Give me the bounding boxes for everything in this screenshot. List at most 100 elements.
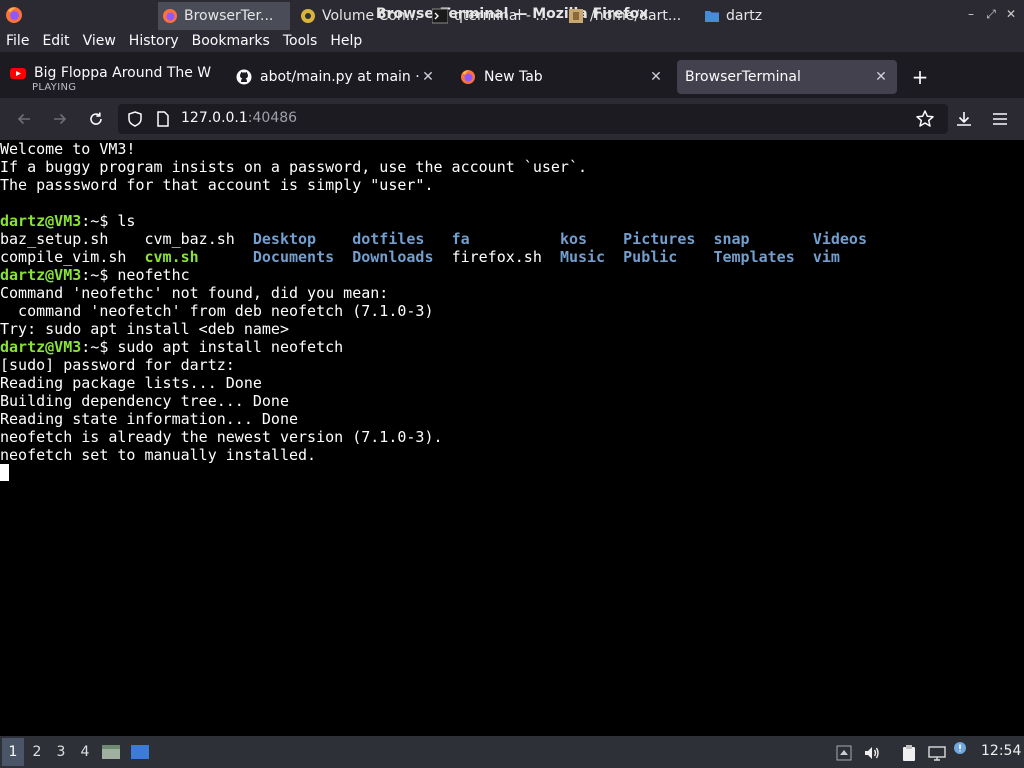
update-notification-icon[interactable] bbox=[953, 741, 967, 755]
menubar: File Edit View History Bookmarks Tools H… bbox=[0, 30, 1024, 52]
url-host: 127.0.0.1 bbox=[181, 110, 248, 126]
ls-entry: baz_setup.sh bbox=[0, 230, 145, 248]
ls-entry-dir: Music bbox=[559, 248, 624, 266]
url-port: :40486 bbox=[247, 110, 298, 126]
prompt-suffix: :~$ bbox=[81, 266, 118, 284]
prompt-suffix: :~$ bbox=[81, 338, 118, 356]
ls-entry-dir: snap bbox=[713, 230, 813, 248]
ls-entry-dir: Videos bbox=[812, 230, 867, 248]
task-volume-control[interactable]: Volume Con... bbox=[296, 2, 424, 30]
workspace-4[interactable]: 4 bbox=[74, 738, 96, 766]
task-label: BrowserTer... bbox=[184, 8, 274, 24]
tab-playing-label: PLAYING bbox=[32, 82, 77, 93]
downloads-icon[interactable] bbox=[954, 109, 974, 129]
desktop-switch-icon[interactable] bbox=[130, 742, 150, 762]
prompt-suffix: :~$ bbox=[81, 212, 118, 230]
ls-output-row: baz_setup.sh cvm_baz.sh Desktop dotfiles… bbox=[0, 230, 1024, 248]
ls-entry-dir: Desktop bbox=[252, 230, 353, 248]
terminal-line: Reading state information... Done bbox=[0, 410, 299, 428]
ls-entry-exe: cvm.sh bbox=[144, 248, 253, 266]
tray-up-arrow-icon[interactable] bbox=[835, 744, 853, 762]
close-tab-icon[interactable]: ✕ bbox=[873, 69, 889, 85]
terminal-line: neofetch set to manually installed. bbox=[0, 446, 317, 464]
task-firefox[interactable]: BrowserTer... bbox=[158, 2, 290, 30]
tab-newtab[interactable]: New Tab ✕ bbox=[450, 60, 672, 94]
taskbar-clock: 12:54 bbox=[981, 743, 1022, 759]
workspace-3[interactable]: 3 bbox=[50, 738, 72, 766]
clipboard-icon[interactable] bbox=[900, 744, 918, 762]
menu-view[interactable]: View bbox=[83, 33, 116, 49]
maximize-button[interactable]: ⤢ bbox=[984, 7, 998, 21]
ls-entry: firefox.sh bbox=[451, 248, 560, 266]
forward-arrow-icon bbox=[54, 113, 67, 125]
terminal-line: Command 'neofethc' not found, did you me… bbox=[0, 284, 389, 302]
firefox-icon bbox=[163, 9, 177, 23]
ls-entry: compile_vim.sh bbox=[0, 248, 145, 266]
task-folder-dartz[interactable]: dartz bbox=[700, 2, 820, 30]
terminal-line: Welcome to VM3! bbox=[0, 140, 136, 158]
task-file-manager[interactable]: /home/dart... bbox=[564, 2, 694, 30]
tab-bar: Big Floppa Around The W PLAYING abot/mai… bbox=[0, 56, 1024, 98]
ls-entry-dir: vim bbox=[812, 248, 840, 266]
ls-entry: cvm_baz.sh bbox=[144, 230, 253, 248]
tab-browserterminal[interactable]: BrowserTerminal ✕ bbox=[677, 60, 897, 94]
menu-edit[interactable]: Edit bbox=[42, 33, 69, 49]
new-tab-button[interactable]: + bbox=[908, 66, 932, 90]
task-label: qterminal - ... bbox=[454, 8, 549, 24]
network-icon[interactable] bbox=[928, 744, 946, 762]
ls-entry-dir: dotfiles bbox=[352, 230, 452, 248]
menu-tools[interactable]: Tools bbox=[283, 33, 318, 49]
menu-bookmarks[interactable]: Bookmarks bbox=[192, 33, 270, 49]
command-text: ls bbox=[117, 212, 136, 230]
reload-icon bbox=[90, 112, 102, 125]
tab-label: abot/main.py at main · Tr bbox=[260, 69, 420, 85]
command-text: neofethc bbox=[117, 266, 190, 284]
close-tab-icon[interactable]: ✕ bbox=[420, 69, 436, 85]
folder-icon bbox=[705, 11, 719, 22]
terminal-line: Reading package lists... Done bbox=[0, 374, 262, 392]
terminal-line: [sudo] password for dartz: bbox=[0, 356, 235, 374]
tab-youtube[interactable]: Big Floppa Around The W PLAYING bbox=[0, 60, 222, 94]
ls-entry-dir: Pictures bbox=[623, 230, 714, 248]
workspace-1[interactable]: 1 bbox=[2, 738, 24, 766]
volume-control-icon bbox=[301, 9, 315, 23]
prompt-line: dartz@VM3:~$ neofethc bbox=[0, 266, 1024, 284]
back-button[interactable] bbox=[13, 108, 35, 130]
terminal-line: Building dependency tree... Done bbox=[0, 392, 289, 410]
prompt-line: dartz@VM3:~$ ls bbox=[0, 212, 1024, 230]
page-info-icon[interactable] bbox=[155, 110, 171, 128]
ls-entry-dir: fa bbox=[451, 230, 560, 248]
prompt-user: dartz@VM3 bbox=[0, 266, 82, 284]
ls-entry-dir: Public bbox=[623, 248, 714, 266]
window-controls: – ⤢ ✕ bbox=[964, 7, 1018, 21]
forward-button[interactable] bbox=[49, 108, 71, 130]
volume-icon[interactable] bbox=[863, 744, 881, 762]
terminal-view[interactable]: Welcome to VM3! If a buggy program insis… bbox=[0, 140, 1024, 736]
tab-github[interactable]: abot/main.py at main · Tr ✕ bbox=[226, 60, 444, 94]
task-label: dartz bbox=[726, 8, 763, 24]
prompt-user: dartz@VM3 bbox=[0, 338, 82, 356]
show-desktop-icon[interactable] bbox=[101, 742, 121, 762]
github-icon bbox=[236, 69, 252, 85]
menu-file[interactable]: File bbox=[6, 33, 29, 49]
workspace-2[interactable]: 2 bbox=[26, 738, 48, 766]
terminal-line: Try: sudo apt install <deb name> bbox=[0, 320, 289, 338]
firefox-icon bbox=[6, 7, 22, 23]
close-tab-icon[interactable]: ✕ bbox=[648, 69, 664, 85]
close-window-button[interactable]: ✕ bbox=[1004, 7, 1018, 21]
firefox-icon bbox=[461, 70, 475, 84]
tab-label: BrowserTerminal bbox=[685, 69, 801, 85]
url-text[interactable]: 127.0.0.1:40486 bbox=[181, 110, 297, 126]
bookmark-star-icon[interactable] bbox=[915, 109, 935, 129]
minimize-button[interactable]: – bbox=[964, 7, 978, 21]
reload-button[interactable] bbox=[85, 108, 107, 130]
menu-history[interactable]: History bbox=[129, 33, 179, 49]
tracking-protection-shield-icon[interactable] bbox=[126, 110, 144, 128]
terminal-icon bbox=[432, 8, 448, 24]
menu-help[interactable]: Help bbox=[330, 33, 362, 49]
ls-entry-dir: Templates bbox=[713, 248, 813, 266]
task-qterminal[interactable]: qterminal - ... bbox=[428, 2, 558, 30]
tab-label: Big Floppa Around The W bbox=[34, 65, 212, 81]
hamburger-menu-icon[interactable] bbox=[990, 109, 1010, 129]
